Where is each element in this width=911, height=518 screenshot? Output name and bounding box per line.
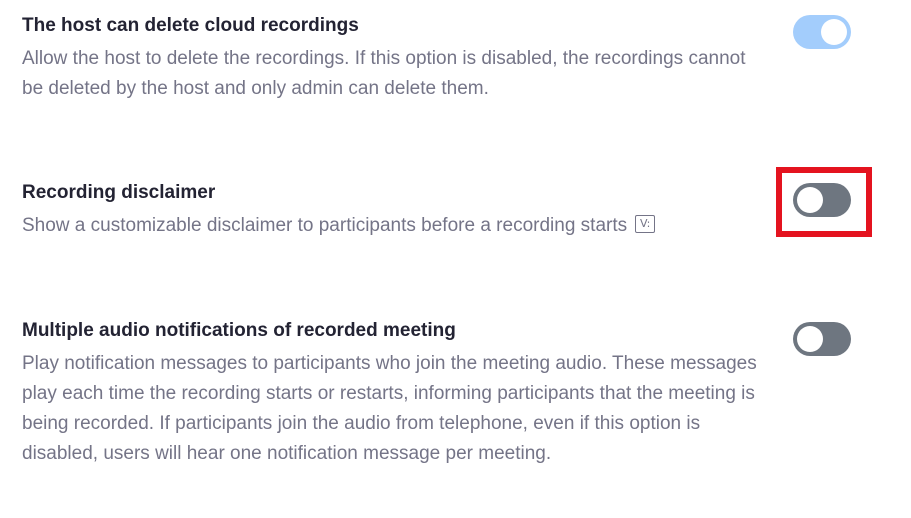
setting-recording-disclaimer: Recording disclaimer Show a customizable… <box>22 181 762 241</box>
setting-description: Play notification messages to participan… <box>22 353 757 464</box>
setting-multiple-audio-notifications: Multiple audio notifications of recorded… <box>22 319 762 469</box>
setting-description: Allow the host to delete the recordings.… <box>22 48 746 99</box>
setting-title: Multiple audio notifications of recorded… <box>22 320 456 341</box>
toggle-knob <box>797 326 823 352</box>
setting-description-text: Show a customizable disclaimer to partic… <box>22 215 628 236</box>
toggle-multiple-audio-notifications[interactable] <box>793 322 851 356</box>
toggle-recording-disclaimer[interactable] <box>793 183 851 217</box>
setting-title: The host can delete cloud recordings <box>22 15 359 36</box>
toggle-knob <box>821 19 847 45</box>
toggle-knob <box>797 187 823 213</box>
setting-title: Recording disclaimer <box>22 182 216 203</box>
setting-description: Show a customizable disclaimer to partic… <box>22 211 762 241</box>
toggle-delete-cloud-recordings[interactable] <box>793 15 851 49</box>
verified-v-icon: V: <box>635 214 656 233</box>
setting-delete-cloud-recordings: The host can delete cloud recordings All… <box>22 14 762 104</box>
